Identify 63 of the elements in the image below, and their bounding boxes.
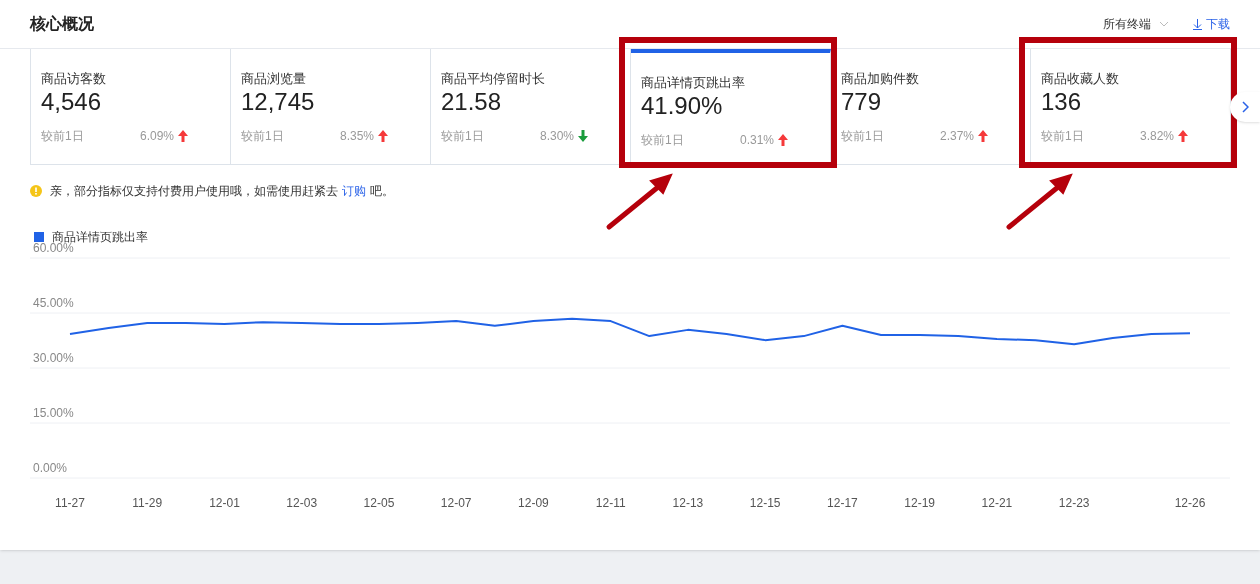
notice-text: 亲，部分指标仅支持付费用户使用哦，如需使用赶紧去 订购 吧。 xyxy=(50,183,394,200)
metric-card[interactable]: 商品平均停留时长 21.58 较前1日 8.30% xyxy=(431,49,631,164)
change-value: 3.82% xyxy=(1139,128,1174,145)
x-axis-label: 12-26 xyxy=(1174,496,1206,510)
x-axis-label: 11-27 xyxy=(55,496,85,510)
y-axis-label: 30.00% xyxy=(33,351,74,365)
x-axis-label: 12-11 xyxy=(595,496,626,510)
metric-value: 136 xyxy=(1041,87,1083,117)
compare-label: 较前1日 xyxy=(841,128,884,145)
x-axis-label: 11-29 xyxy=(132,496,163,510)
metric-value: 41.90% xyxy=(641,91,724,121)
metric-card[interactable]: 商品浏览量 12,745 较前1日 8.35% xyxy=(231,49,431,164)
metric-label: 商品收藏人数 xyxy=(1041,71,1120,87)
section-title: 核心概况 xyxy=(30,14,94,34)
legend-label: 商品详情页跳出率 xyxy=(52,229,148,244)
chevron-right-icon xyxy=(1241,101,1249,113)
y-axis-label: 0.00% xyxy=(33,461,68,475)
metric-card[interactable]: 商品详情页跳出率 41.90% 较前1日 0.31% xyxy=(631,49,831,164)
metric-label: 商品浏览量 xyxy=(241,71,307,87)
warning-icon xyxy=(30,185,42,197)
compare-label: 较前1日 xyxy=(441,128,484,145)
change-value: 0.31% xyxy=(739,132,774,149)
metric-label: 商品详情页跳出率 xyxy=(641,75,746,91)
metric-value: 4,546 xyxy=(41,87,103,117)
metric-value: 779 xyxy=(841,87,883,117)
metric-label: 商品平均停留时长 xyxy=(441,71,546,87)
compare-label: 较前1日 xyxy=(241,128,284,145)
next-button[interactable] xyxy=(1230,92,1260,122)
annotation-arrow xyxy=(1005,171,1075,231)
x-axis-label: 12-15 xyxy=(749,496,781,510)
y-axis-label: 15.00% xyxy=(33,406,74,420)
y-axis-label: 60.00% xyxy=(33,241,74,255)
x-axis-label: 12-21 xyxy=(981,496,1013,510)
compare-label: 较前1日 xyxy=(641,132,684,149)
x-axis-label: 12-19 xyxy=(904,496,935,510)
change-value: 8.35% xyxy=(339,128,374,145)
change-value: 8.30% xyxy=(539,128,574,145)
y-axis-label: 45.00% xyxy=(33,296,74,310)
x-axis-label: 12-17 xyxy=(827,496,858,510)
x-axis-label: 12-13 xyxy=(672,496,704,510)
change-value: 2.37% xyxy=(939,128,974,145)
x-axis-label: 12-05 xyxy=(363,496,395,510)
metric-card[interactable]: 商品访客数 4,546 较前1日 6.09% xyxy=(31,49,231,164)
compare-label: 较前1日 xyxy=(41,128,84,145)
compare-label: 较前1日 xyxy=(1041,128,1084,145)
metric-label: 商品加购件数 xyxy=(841,71,920,87)
metric-label: 商品访客数 xyxy=(41,71,107,87)
x-axis-label: 12-01 xyxy=(209,496,240,510)
x-axis-label: 12-03 xyxy=(286,496,318,510)
x-axis-label: 12-23 xyxy=(1058,496,1090,510)
metric-value: 12,745 xyxy=(241,87,316,117)
x-axis-label: 12-09 xyxy=(518,496,549,510)
download-link[interactable]: 下载 xyxy=(1193,15,1230,33)
metric-card[interactable]: 商品收藏人数 136 较前1日 3.82% xyxy=(1031,49,1231,164)
chevron-down-icon xyxy=(1159,21,1169,27)
metric-value: 21.58 xyxy=(441,87,503,117)
download-icon xyxy=(1193,18,1202,30)
change-value: 6.09% xyxy=(139,128,174,145)
metric-card[interactable]: 商品加购件数 779 较前1日 2.37% xyxy=(831,49,1031,164)
annotation-arrow xyxy=(605,171,675,231)
x-axis-label: 12-07 xyxy=(440,496,472,510)
terminal-dropdown[interactable]: 所有终端 xyxy=(1103,15,1169,33)
subscribe-link[interactable]: 订购 xyxy=(338,184,370,198)
